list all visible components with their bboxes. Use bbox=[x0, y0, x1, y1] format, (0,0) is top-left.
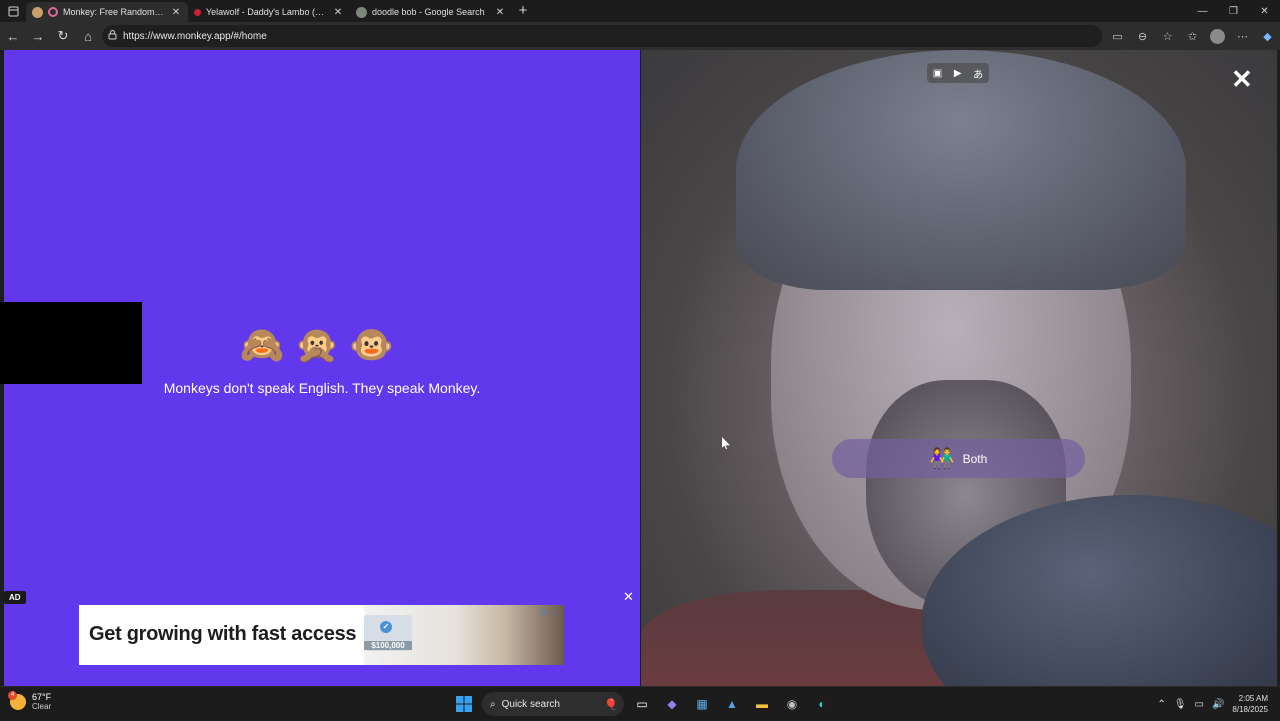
temperature: 67°F bbox=[32, 692, 52, 702]
tab-strip: Monkey: Free Random Video Chat ✕ Yelawol… bbox=[0, 0, 1280, 22]
video-share-icon[interactable]: ▶ bbox=[954, 68, 962, 79]
pip-icon[interactable]: ▣ bbox=[933, 68, 942, 79]
recorder-app-icon[interactable]: ◉ bbox=[780, 692, 804, 716]
new-tab-button[interactable]: + bbox=[512, 1, 534, 21]
ad-card: ✓ $100,000 bbox=[364, 615, 412, 651]
microphone-icon[interactable]: 🎙 bbox=[1174, 699, 1187, 710]
close-tab-icon[interactable]: ✕ bbox=[332, 7, 344, 18]
tab-google[interactable]: doodle bob - Google Search ✕ bbox=[350, 2, 512, 22]
home-icon[interactable]: ⌂ bbox=[76, 24, 100, 48]
tab-title: doodle bob - Google Search bbox=[372, 7, 485, 17]
camera-preview: ▣ ▶ あ ✕ 👫 Both bbox=[641, 50, 1277, 686]
display-icon[interactable]: ▭ bbox=[1195, 699, 1204, 710]
forward-icon[interactable]: → bbox=[26, 24, 50, 48]
tab-title: Monkey: Free Random Video Chat bbox=[63, 7, 165, 17]
profile-avatar[interactable] bbox=[1210, 28, 1225, 44]
toolbar-right: ▭ ⊖ ☆ ✩ ⋯ ◆ bbox=[1105, 22, 1280, 50]
sun-icon: 4 bbox=[8, 690, 26, 710]
weather-widget[interactable]: 4 67°F Clear bbox=[8, 690, 52, 711]
audio-record-icon bbox=[48, 7, 58, 17]
minimize-icon[interactable]: — bbox=[1187, 0, 1218, 22]
volume-icon[interactable]: 🔊 bbox=[1212, 699, 1224, 710]
lock-icon bbox=[108, 29, 117, 43]
clock-time: 2:05 AM bbox=[1238, 694, 1268, 703]
check-icon: ✓ bbox=[380, 621, 392, 633]
back-icon[interactable]: ← bbox=[1, 24, 25, 48]
close-window-icon[interactable]: ✕ bbox=[1249, 0, 1280, 22]
ad-close-icon[interactable]: ✕ bbox=[623, 589, 634, 605]
weather-text: Clear bbox=[32, 702, 52, 711]
favorite-star-icon[interactable]: ☆ bbox=[1155, 30, 1180, 43]
task-view-icon[interactable]: ▭ bbox=[630, 692, 654, 716]
window-controls: — ❐ ✕ bbox=[1187, 0, 1280, 22]
system-tray: ⌃ 🎙 ▭ 🔊 2:05 AM 8/18/2025 bbox=[1157, 687, 1280, 721]
tab-yelawolf[interactable]: Yelawolf - Daddy's Lambo (Official ✕ bbox=[188, 2, 350, 22]
video-tools: ▣ ▶ あ bbox=[927, 63, 989, 83]
translate-icon[interactable]: あ bbox=[973, 66, 983, 81]
tab-monkey[interactable]: Monkey: Free Random Video Chat ✕ bbox=[26, 2, 188, 22]
tab-title: Yelawolf - Daddy's Lambo (Official bbox=[206, 7, 327, 17]
close-call-icon[interactable]: ✕ bbox=[1231, 64, 1253, 95]
restore-icon[interactable]: ❐ bbox=[1218, 0, 1249, 22]
weather-badge: 4 bbox=[8, 690, 17, 700]
close-tab-icon[interactable]: ✕ bbox=[494, 7, 506, 18]
monkey-favicon-icon bbox=[32, 6, 43, 18]
more-menu-icon[interactable]: ⋯ bbox=[1230, 30, 1255, 43]
taskbar-apps: ⌕ Quick search 🎈 ▭ ◆ ▦ ▲ ▬ ◉ ◐ bbox=[452, 691, 834, 717]
clock[interactable]: 2:05 AM 8/18/2025 bbox=[1232, 693, 1268, 715]
ad-label: AD bbox=[4, 591, 26, 604]
gender-filter-button[interactable]: 👫 Both bbox=[832, 439, 1085, 478]
ad-headline: Get growing with fast access bbox=[89, 623, 357, 645]
edge-browser-icon[interactable]: ◐ bbox=[810, 692, 834, 716]
clock-date: 8/18/2025 bbox=[1232, 705, 1268, 714]
ad-amount: $100,000 bbox=[364, 641, 412, 650]
file-explorer-icon[interactable]: ▬ bbox=[750, 692, 774, 716]
page-content: 🙈🙊🐵 Monkeys don't speak English. They sp… bbox=[0, 50, 1280, 686]
refresh-icon[interactable]: ↻ bbox=[51, 24, 75, 48]
tab-actions-icon[interactable] bbox=[0, 0, 26, 22]
url-text: https://www.monkey.app/#/home bbox=[123, 30, 267, 42]
taskbar: 4 67°F Clear ⌕ Quick search 🎈 ▭ ◆ ▦ ▲ ▬ … bbox=[0, 686, 1280, 720]
photos-icon[interactable]: ▲ bbox=[720, 692, 744, 716]
favorites-list-icon[interactable]: ✩ bbox=[1180, 30, 1205, 43]
search-highlight-icon: 🎈 bbox=[604, 698, 618, 711]
taskbar-search[interactable]: ⌕ Quick search 🎈 bbox=[482, 692, 624, 716]
gender-filter-label: Both bbox=[962, 451, 988, 466]
windows-start-icon[interactable] bbox=[452, 692, 476, 716]
search-placeholder: Quick search bbox=[501, 698, 560, 710]
close-tab-icon[interactable]: ✕ bbox=[170, 7, 182, 18]
youtube-favicon-icon bbox=[194, 8, 201, 16]
copilot-app-icon[interactable]: ◆ bbox=[660, 692, 684, 716]
search-icon: ⌕ bbox=[490, 698, 496, 710]
address-toolbar: ← → ↻ ⌂ https://www.monkey.app/#/home ▭ … bbox=[0, 22, 1280, 50]
adchoices-icon[interactable]: ▷ ⋮ bbox=[542, 607, 560, 618]
couple-icon: 👫 bbox=[929, 448, 955, 470]
google-favicon-icon bbox=[356, 6, 367, 18]
camera-hat bbox=[736, 50, 1186, 290]
ad-banner[interactable]: ✓ $100,000 Get growing with fast access … bbox=[79, 605, 564, 665]
black-overlay-box bbox=[0, 302, 142, 384]
video-icon[interactable]: ▭ bbox=[1105, 30, 1130, 43]
url-bar[interactable]: https://www.monkey.app/#/home bbox=[102, 25, 1102, 47]
tracking-icon[interactable]: ⊖ bbox=[1130, 30, 1155, 43]
store-icon[interactable]: ▦ bbox=[690, 692, 714, 716]
tray-overflow-icon[interactable]: ⌃ bbox=[1157, 699, 1165, 710]
copilot-icon[interactable]: ◆ bbox=[1255, 30, 1280, 43]
